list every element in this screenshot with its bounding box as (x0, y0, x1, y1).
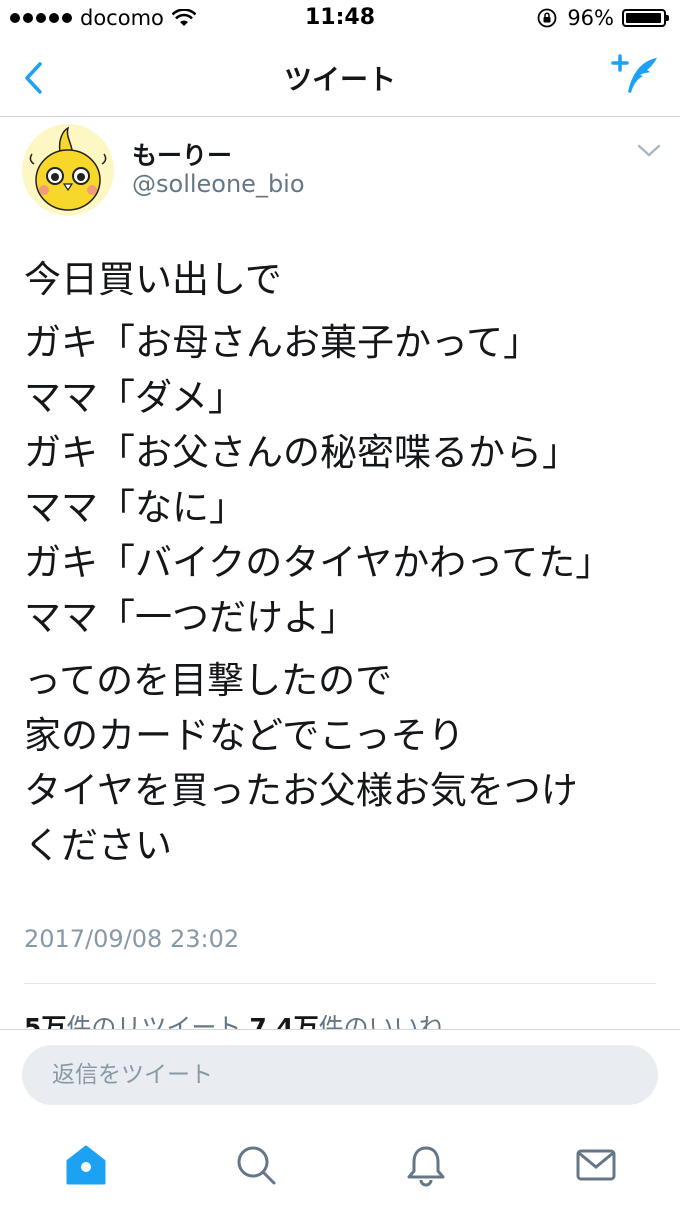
likes-label[interactable]: 件のいいね (319, 1013, 444, 1030)
tweet-line: 家のカードなどでこっそり (24, 714, 465, 757)
page-title: ツイート (283, 63, 396, 96)
user-handle[interactable]: @solleone_bio (132, 170, 305, 198)
rotation-lock-icon (537, 8, 557, 28)
divider (24, 983, 656, 984)
tweet-paragraph: 今日買い出しで (24, 252, 664, 307)
retweets-count[interactable]: 5万 (24, 1013, 66, 1030)
avatar-bird-icon (22, 124, 114, 216)
tab-messages[interactable] (574, 1143, 618, 1187)
avatar[interactable] (22, 124, 114, 216)
display-name[interactable]: もーりー (132, 136, 232, 172)
notifications-icon (407, 1146, 445, 1187)
tweet-line: ママ「一つだけよ」 (24, 596, 357, 639)
reply-input[interactable]: 返信をツイート (22, 1045, 658, 1105)
battery-percent: 96% (567, 6, 614, 30)
tweet-line: タイヤを買ったお父様お気をつけ (24, 769, 578, 812)
messages-icon (576, 1149, 616, 1181)
tweet-line: 今日買い出しで (24, 258, 282, 301)
battery-icon (622, 9, 669, 27)
status-bar: docomo 11:48 96% (0, 0, 680, 38)
tweet-line: ください (24, 824, 172, 867)
likes-count[interactable]: 7.4万 (249, 1013, 318, 1030)
tab-search[interactable] (234, 1143, 278, 1187)
reply-bar: 返信をツイート (0, 1029, 680, 1122)
navigation-bar: ツイート (0, 38, 680, 117)
retweets-label[interactable]: 件のリツイート (66, 1013, 241, 1030)
tweet-line: ガキ「お父さんの秘密喋るから」 (24, 431, 579, 474)
tab-bar (0, 1121, 680, 1209)
tweet-line: ガキ「お母さんお菓子かって」 (24, 321, 541, 364)
chevron-down-icon[interactable] (636, 142, 662, 160)
tweet-line: ママ「なに」 (24, 486, 246, 529)
tweet-paragraph: ガキ「お母さんお菓子かって」 ママ「ダメ」 ガキ「お父さんの秘密喋るから」 ママ… (24, 315, 664, 645)
tweet-line: ガキ「バイクのタイヤかわってた」 (24, 541, 613, 584)
home-icon (66, 1145, 106, 1185)
compose-tweet-button[interactable] (610, 52, 662, 102)
tab-notifications[interactable] (404, 1143, 448, 1187)
tweet-timestamp: 2017/09/08 23:02 (24, 925, 240, 953)
search-icon (237, 1146, 276, 1185)
tweet-text: 今日買い出しで ガキ「お母さんお菓子かって」 ママ「ダメ」 ガキ「お父さんの秘密… (24, 252, 664, 881)
tweet-stats[interactable]: 5万件のリツイート 7.4万件のいいね (24, 1008, 664, 1030)
tweet-paragraph: ってのを目撃したので 家のカードなどでこっそり タイヤを買ったお父様お気をつけ … (24, 653, 664, 873)
compose-tweet-icon (611, 54, 657, 93)
tab-home[interactable] (64, 1143, 108, 1187)
tweet-line: ママ「ダメ」 (24, 376, 245, 419)
tweet-line: ってのを目撃したので (24, 659, 393, 702)
battery-status: 96% (537, 6, 669, 30)
